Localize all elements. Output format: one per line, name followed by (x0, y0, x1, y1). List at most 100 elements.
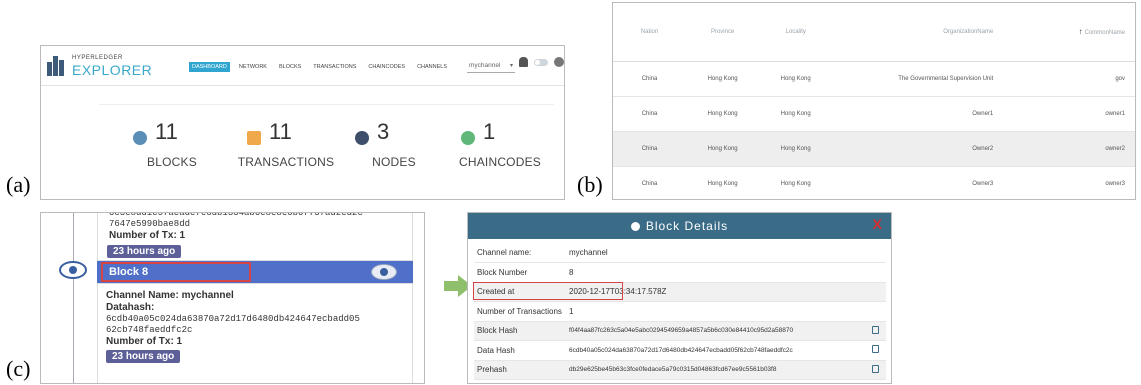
nav-channels[interactable]: CHANNELS (414, 62, 450, 72)
timeline-node-icon (59, 261, 87, 279)
panel-label-a: (a) (6, 172, 31, 197)
chevron-down-icon: ▾ (509, 63, 513, 69)
nodes-icon (355, 131, 369, 145)
stat-label: NODES (372, 155, 416, 169)
certificate-table-panel: Nation Province Locality OrganizationNam… (612, 2, 1136, 200)
detail-value: db29e625be45b63c3fce0fedace5a79c0315d048… (566, 360, 862, 380)
block-details-toggle-icon[interactable] (371, 264, 397, 280)
cell-nation: China (613, 131, 687, 167)
detail-key: Prehash (474, 360, 566, 380)
channel-name-line: Channel Name: mychannel (106, 290, 234, 301)
cell-nation: China (613, 61, 687, 97)
time-badge: 23 hours ago (106, 350, 181, 363)
table-row[interactable]: China Hong Kong Hong Kong Owner2 owner2 (613, 131, 1135, 167)
close-button[interactable]: X (873, 213, 883, 235)
copy-icon[interactable] (872, 364, 879, 373)
details-row: Prehash db29e625be45b63c3fce0fedace5a79c… (474, 360, 886, 380)
details-row: Number of Transactions 1 (474, 301, 886, 322)
table-header-row: Nation Province Locality OrganizationNam… (613, 3, 1135, 62)
details-row: Data Hash 6cdb40a05c024da63870a72d17d648… (474, 340, 886, 361)
copy-icon[interactable] (872, 345, 879, 354)
main-nav: DASHBOARD NETWORK BLOCKS TRANSACTIONS CH… (189, 60, 450, 74)
previous-time-badge-wrap: 23 hours ago (107, 241, 182, 259)
column-header-commonname[interactable]: ↑ CommonName (999, 3, 1135, 62)
cell-organization: The Governmental Supervision Unit (832, 61, 1000, 97)
detail-key: Block Hash (474, 321, 566, 341)
cell-locality: Hong Kong (759, 61, 833, 97)
detail-key: Number of Transactions (474, 301, 566, 322)
cell-province: Hong Kong (686, 96, 760, 132)
details-table: Channel name: mychannel Block Number 8 C… (474, 243, 886, 380)
detail-value: mychannel (566, 243, 862, 263)
stat-chaincodes: 1 CHAINCODES (445, 113, 555, 183)
detail-key: Data Hash (474, 340, 566, 361)
stats-card: 11 BLOCKS 11 TRANSACTIONS 3 NODES 1 CHAI… (99, 104, 554, 199)
block-title: Block 8 (101, 262, 251, 282)
previous-hash-partial: 0c3e8dd1c57aeade7e6db1334ab0e8e8e0b0f737… (109, 212, 363, 218)
cell-locality: Hong Kong (759, 166, 833, 199)
block-body: Channel Name: mychannel Datahash: 6cdb40… (97, 283, 413, 383)
panel-label-c: (c) (6, 356, 31, 381)
cell-locality: Hong Kong (759, 96, 833, 132)
modal-header: Block Details X (468, 213, 891, 239)
detail-value: f04f4aa87fc263c5a04e5abc0294549659a4857a… (566, 321, 862, 341)
nav-transactions[interactable]: TRANSACTIONS (310, 62, 359, 72)
nav-blocks[interactable]: BLOCKS (276, 62, 304, 72)
theme-toggle[interactable] (534, 58, 548, 66)
stat-transactions: 11 TRANSACTIONS (231, 113, 341, 183)
details-row: Block Hash f04f4aa87fc263c5a04e5abc02945… (474, 321, 886, 341)
stat-blocks: 11 BLOCKS (117, 113, 227, 183)
channel-select-value: mychannel (469, 62, 501, 69)
datahash-label: Datahash: (106, 302, 155, 313)
channel-select[interactable]: mychannel ▾ (467, 60, 515, 73)
previous-hash-end: 7647e5990bae8dd (109, 219, 191, 229)
block-header[interactable]: Block 8 (97, 261, 413, 283)
column-header-province[interactable]: Province (686, 3, 760, 62)
stat-value: 1 (483, 119, 496, 144)
block-details-modal: Block Details X Channel name: mychannel … (467, 212, 892, 384)
panel-label-b: (b) (577, 172, 603, 197)
cell-locality: Hong Kong (759, 131, 833, 167)
transactions-icon (247, 131, 261, 145)
nav-network[interactable]: NETWORK (236, 62, 270, 72)
nav-dashboard[interactable]: DASHBOARD (189, 62, 230, 72)
toolbar-icons (519, 57, 564, 67)
column-header-locality[interactable]: Locality (759, 3, 833, 62)
logo-small-text: HYPERLEDGER (72, 55, 123, 61)
user-menu-icon[interactable] (554, 57, 564, 67)
cell-nation: China (613, 96, 687, 132)
tx-count-line: Number of Tx: 1 (106, 336, 183, 347)
cell-province: Hong Kong (686, 131, 760, 167)
block-number-highlight (473, 282, 623, 300)
detail-key: Block Number (474, 262, 566, 283)
datahash-line-2: 62cb748faeddfc2c (106, 325, 193, 335)
hyperledger-logo-icon (47, 56, 69, 76)
cell-commonname: owner1 (999, 96, 1135, 132)
nav-chaincodes[interactable]: CHAINCODES (365, 62, 408, 72)
table-row[interactable]: China Hong Kong Hong Kong Owner1 owner1 (613, 96, 1135, 132)
block-timeline: 0c3e8dd1c57aeade7e6db1334ab0e8e8e0b0f737… (40, 212, 425, 384)
table-row[interactable]: China Hong Kong Hong Kong Owner3 owner3 (613, 166, 1135, 199)
modal-title: Block Details (645, 219, 729, 233)
previous-time-badge: 23 hours ago (107, 245, 182, 258)
stat-value: 3 (377, 119, 390, 144)
chaincodes-icon (461, 131, 475, 145)
cell-organization: Owner1 (832, 96, 1000, 132)
cell-province: Hong Kong (686, 166, 760, 199)
detail-value: 6cdb40a05c024da63870a72d17d6480db424647e… (566, 340, 862, 361)
copy-icon[interactable] (872, 325, 879, 334)
detail-value: 8 (566, 262, 862, 283)
stat-label: CHAINCODES (458, 155, 541, 169)
explorer-logo[interactable]: HYPERLEDGER EXPLORER (47, 54, 167, 80)
certificate-table: Nation Province Locality OrganizationNam… (613, 3, 1135, 199)
column-header-commonname-label: CommonName (1084, 30, 1125, 37)
column-header-nation[interactable]: Nation (613, 3, 687, 62)
block-icon (630, 222, 640, 231)
stat-value: 11 (269, 119, 292, 144)
bell-icon[interactable] (519, 57, 528, 67)
column-header-organization[interactable]: OrganizationName (832, 3, 1000, 62)
table-row[interactable]: China Hong Kong Hong Kong The Government… (613, 61, 1135, 97)
cell-organization: Owner2 (832, 131, 1000, 167)
details-row: Channel name: mychannel (474, 243, 886, 263)
logo-big-text: EXPLORER (72, 62, 153, 78)
